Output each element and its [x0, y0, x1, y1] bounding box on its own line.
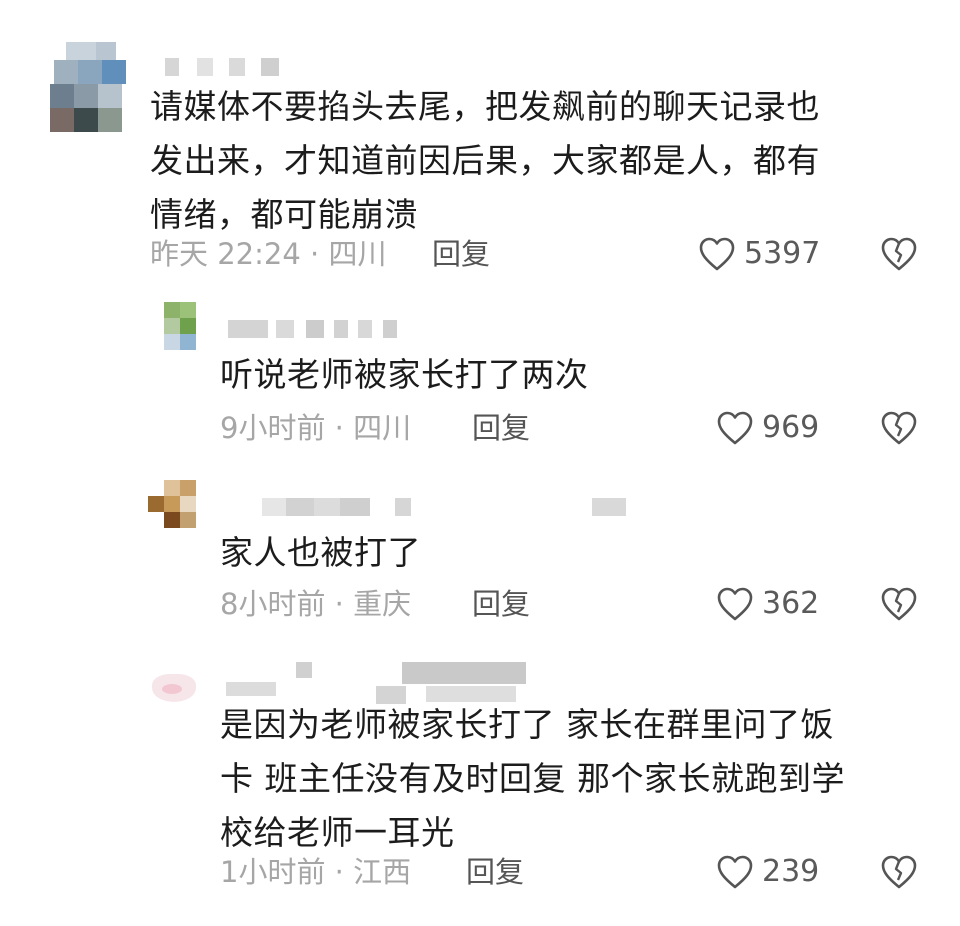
reply-button[interactable]: 回复	[472, 584, 530, 624]
broken-heart-icon[interactable]	[879, 852, 919, 892]
heart-outline-icon	[717, 587, 753, 621]
avatar[interactable]	[148, 660, 200, 708]
avatar[interactable]	[40, 42, 132, 138]
reply-button[interactable]: 回复	[466, 852, 524, 892]
like-button[interactable]: 969	[716, 408, 819, 448]
username-blurred[interactable]	[228, 320, 413, 338]
like-count: 362	[762, 586, 820, 621]
reply-button[interactable]: 回复	[432, 234, 490, 274]
comment-meta: 8小时前 · 重庆	[220, 587, 412, 621]
like-count: 969	[762, 410, 820, 445]
broken-heart-icon[interactable]	[879, 234, 919, 274]
heart-outline-icon	[699, 237, 735, 271]
like-button[interactable]: 239	[716, 852, 819, 892]
like-count: 5397	[744, 236, 821, 271]
like-count: 239	[762, 854, 820, 889]
username-blurred[interactable]	[165, 58, 285, 76]
comment-item: 请媒体不要掐头去尾，把发飙前的聊天记录也 发出来，才知道前因后果，大家都是人，都…	[0, 0, 960, 290]
broken-heart-icon[interactable]	[879, 408, 919, 448]
comment-text: 家人也被打了	[220, 533, 421, 572]
comment-meta: 9小时前 · 四川	[220, 411, 412, 445]
username-blurred[interactable]	[262, 498, 626, 516]
heart-outline-icon	[717, 855, 753, 889]
reply-item: 家人也被打了 8小时前 · 重庆 回复 362	[0, 470, 960, 650]
heart-outline-icon	[717, 411, 753, 445]
avatar[interactable]	[148, 302, 200, 352]
comment-text: 是因为老师被家长打了 家长在群里问了饭 卡 班主任没有及时回复 那个家长就跑到学…	[220, 705, 845, 852]
like-button[interactable]: 362	[716, 584, 819, 624]
broken-heart-icon[interactable]	[879, 584, 919, 624]
comment-text: 听说老师被家长打了两次	[220, 355, 589, 394]
reply-button[interactable]: 回复	[472, 408, 530, 448]
comment-meta: 昨天 22:24 · 四川	[150, 237, 387, 271]
avatar[interactable]	[148, 480, 200, 530]
comment-text: 请媒体不要掐头去尾，把发飙前的聊天记录也 发出来，才知道前因后果，大家都是人，都…	[150, 87, 820, 234]
reply-item: 听说老师被家长打了两次 9小时前 · 四川 回复 969	[0, 290, 960, 470]
like-button[interactable]: 5397	[698, 234, 820, 274]
reply-item: 是因为老师被家长打了 家长在群里问了饭 卡 班主任没有及时回复 那个家长就跑到学…	[0, 650, 960, 926]
comment-meta: 1小时前 · 江西	[220, 855, 412, 889]
username-blurred[interactable]	[226, 662, 526, 704]
